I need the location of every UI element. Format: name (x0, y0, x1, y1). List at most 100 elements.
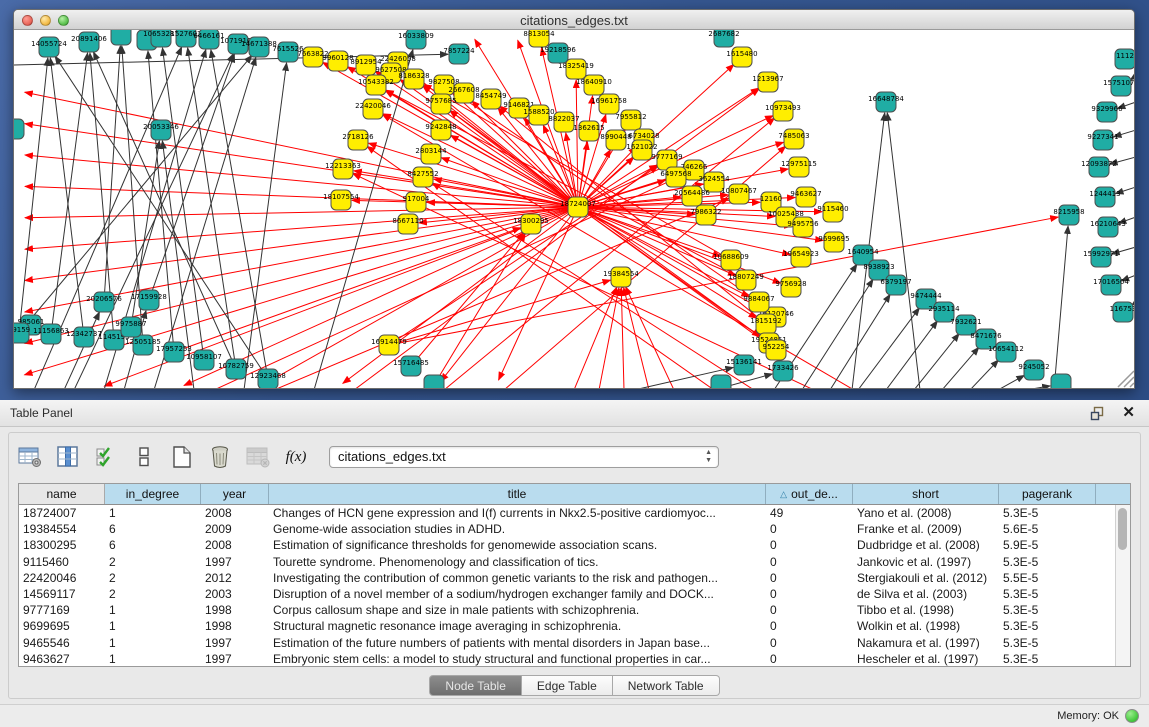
table-row[interactable]: 911546021997Tourette syndrome. Phenomeno… (19, 554, 1130, 570)
table-cell-short[interactable]: de Silva et al. (2003) (853, 586, 999, 602)
table-cell-short[interactable]: Yano et al. (2008) (853, 505, 999, 521)
table-cell-out_de[interactable]: 0 (766, 521, 853, 537)
table-row[interactable]: 977716911998Corpus callosum shape and si… (19, 602, 1130, 618)
table-settings-icon[interactable] (17, 445, 43, 469)
table-cell-title[interactable]: Structural magnetic resonance image aver… (269, 618, 766, 634)
network-graph[interactable]: 1872400718300295881305416154807663822996… (14, 30, 1135, 389)
graph-node[interactable]: 1615480 (726, 47, 757, 67)
table-row[interactable]: 1938455462009Genome-wide association stu… (19, 521, 1130, 537)
graph-node[interactable]: 10654112 (988, 342, 1024, 362)
table-row[interactable]: 1872400712008Changes of HCN gene express… (19, 505, 1130, 521)
table-cell-pagerank[interactable]: 5.3E-5 (999, 651, 1096, 667)
table-cell-name[interactable]: 9115460 (19, 554, 105, 570)
graph-node[interactable]: 18300295 (513, 214, 549, 234)
graph-node[interactable]: 1244413 (1089, 187, 1120, 207)
graph-node[interactable]: 12093872 (1081, 157, 1117, 177)
table-cell-in_degree[interactable]: 1 (105, 602, 201, 618)
graph-node[interactable]: 20891406 (71, 32, 107, 52)
table-cell-short[interactable]: Nakamura et al. (1997) (853, 635, 999, 651)
table-cell-out_de[interactable]: 0 (766, 635, 853, 651)
graph-node[interactable] (424, 375, 444, 389)
network-window-titlebar[interactable]: citations_edges.txt (14, 10, 1134, 30)
table-cell-name[interactable]: 18724007 (19, 505, 105, 521)
table-cell-in_degree[interactable]: 1 (105, 505, 201, 521)
import-table-disabled-icon[interactable] (245, 445, 271, 469)
table-row[interactable]: 2242004622012Investigating the contribut… (19, 570, 1130, 586)
table-cell-pagerank[interactable]: 5.3E-5 (999, 505, 1096, 521)
table-cell-pagerank[interactable]: 5.6E-5 (999, 521, 1096, 537)
tab-node-table[interactable]: Node Table (429, 675, 522, 696)
graph-node[interactable]: 9227341 (1087, 130, 1118, 150)
table-cell-in_degree[interactable]: 1 (105, 618, 201, 634)
graph-node[interactable]: 9756928 (775, 277, 806, 297)
column-header-in_degree[interactable]: in_degree (105, 484, 201, 504)
table-cell-pagerank[interactable]: 5.3E-5 (999, 635, 1096, 651)
graph-node[interactable] (111, 30, 131, 45)
table-cell-year[interactable]: 2003 (201, 586, 269, 602)
table-cell-name[interactable]: 9699695 (19, 618, 105, 634)
row-select-checks-icon[interactable] (93, 445, 119, 469)
table-cell-title[interactable]: Estimation of the future numbers of pati… (269, 635, 766, 651)
graph-node[interactable]: 11156863 (33, 324, 69, 344)
network-canvas[interactable]: 1872400718300295881305416154807663822996… (14, 30, 1135, 389)
table-cell-short[interactable]: Jankovic et al. (1997) (853, 554, 999, 570)
table-scrollbar[interactable] (1115, 505, 1130, 666)
graph-node[interactable]: 14055724 (31, 37, 67, 57)
table-cell-pagerank[interactable]: 5.9E-5 (999, 537, 1096, 553)
graph-node[interactable]: 17159928 (131, 290, 167, 310)
table-cell-name[interactable]: 18300295 (19, 537, 105, 553)
graph-node[interactable]: 15992971 (1083, 247, 1119, 267)
graph-node[interactable]: 16914479 (371, 335, 407, 355)
table-cell-title[interactable]: Changes of HCN gene expression and I(f) … (269, 505, 766, 521)
graph-node[interactable]: 17016504 (1093, 275, 1129, 295)
tab-edge-table[interactable]: Edge Table (522, 675, 613, 696)
graph-node[interactable]: 9699695 (818, 232, 849, 252)
table-cell-pagerank[interactable]: 5.5E-5 (999, 570, 1096, 586)
float-panel-icon[interactable] (1090, 406, 1105, 421)
table-cell-pagerank[interactable]: 5.3E-5 (999, 554, 1096, 570)
table-cell-short[interactable]: Wolkin et al. (1998) (853, 618, 999, 634)
column-header-out_de[interactable]: △out_de... (766, 484, 853, 504)
graph-node[interactable]: 12923468 (250, 369, 286, 389)
graph-node[interactable]: 917004 (403, 192, 430, 212)
graph-node[interactable]: 116753 (1110, 302, 1135, 322)
graph-node[interactable] (711, 375, 731, 389)
graph-node[interactable]: 15136141 (726, 355, 762, 375)
graph-node[interactable]: 2718126 (342, 130, 374, 150)
graph-node[interactable]: 18107554 (323, 190, 359, 210)
table-cell-name[interactable]: 9777169 (19, 602, 105, 618)
graph-node[interactable]: 16033809 (398, 30, 434, 49)
table-cell-name[interactable]: 14569117 (19, 586, 105, 602)
table-cell-title[interactable]: Embryonic stem cells: a model to study s… (269, 651, 766, 667)
graph-node[interactable]: 12342737 (66, 327, 102, 347)
table-cell-short[interactable]: Tibbo et al. (1998) (853, 602, 999, 618)
graph-node[interactable]: 2803144 (415, 144, 447, 164)
table-cell-in_degree[interactable]: 6 (105, 537, 201, 553)
table-cell-title[interactable]: Corpus callosum shape and size in male p… (269, 602, 766, 618)
graph-node[interactable]: 8215958 (1053, 205, 1084, 225)
table-cell-short[interactable]: Dudbridge et al. (2008) (853, 537, 999, 553)
column-select-icon[interactable] (55, 445, 81, 469)
graph-node[interactable]: 8186328 (398, 69, 429, 89)
graph-node[interactable]: 9757685 (425, 94, 456, 114)
table-cell-year[interactable]: 2008 (201, 537, 269, 553)
graph-node[interactable]: 7615526 (272, 42, 304, 62)
table-cell-out_de[interactable]: 0 (766, 554, 853, 570)
graph-node[interactable]: 8454749 (475, 89, 506, 109)
graph-node[interactable]: 39159 (14, 323, 30, 343)
column-header-name[interactable]: name (19, 484, 105, 504)
table-cell-name[interactable]: 9465546 (19, 635, 105, 651)
table-cell-title[interactable]: Estimation of significance thresholds fo… (269, 537, 766, 553)
table-row[interactable]: 969969511998Structural magnetic resonanc… (19, 618, 1130, 634)
graph-node[interactable]: 10688609 (713, 250, 749, 270)
column-header-year[interactable]: year (201, 484, 269, 504)
column-header-title[interactable]: title (269, 484, 766, 504)
table-cell-out_de[interactable]: 0 (766, 618, 853, 634)
graph-node[interactable]: 7857224 (443, 44, 475, 64)
table-cell-year[interactable]: 2012 (201, 570, 269, 586)
graph-node[interactable]: 9329966 (1091, 102, 1123, 122)
graph-node[interactable]: 1733426 (767, 361, 799, 381)
new-table-icon[interactable] (169, 445, 195, 469)
table-cell-in_degree[interactable]: 2 (105, 554, 201, 570)
table-cell-year[interactable]: 2008 (201, 505, 269, 521)
